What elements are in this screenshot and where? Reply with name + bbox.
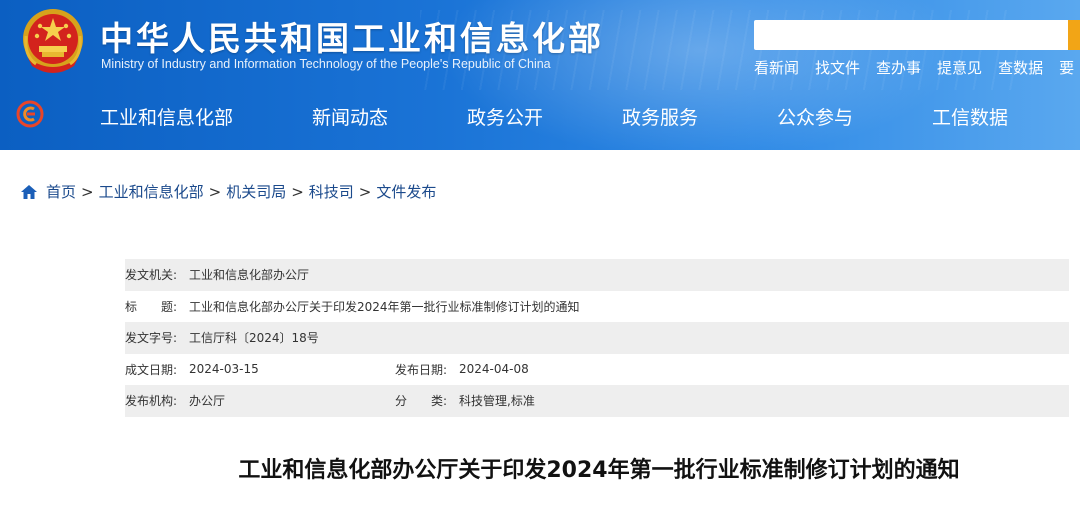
- issuer-label: 发文机关:: [125, 268, 178, 283]
- quick-link-services[interactable]: 查办事: [876, 57, 921, 78]
- breadcrumb: 首页 > 工业和信息化部 > 机关司局 > 科技司 > 文件发布: [20, 181, 436, 202]
- org-value: 办公厅: [189, 394, 226, 409]
- article-title: 工业和信息化部办公厅关于印发2024年第一批行业标准制修订计划的通知: [238, 458, 960, 483]
- category-group: 分 类: 科技管理,标准: [395, 392, 535, 409]
- title-label: 标 题:: [125, 299, 178, 314]
- category-value: 科技管理,标准: [459, 394, 535, 409]
- quick-links: 看新闻 找文件 查办事 提意见 查数据 要: [754, 57, 1074, 78]
- meta-row-doc-number: 发文字号: 工信厅科〔2024〕18号: [125, 322, 1069, 354]
- doc-number-label: 发文字号:: [125, 331, 178, 346]
- site-header: 中华人民共和国工业和信息化部 Ministry of Industry and …: [0, 0, 1080, 150]
- search-input[interactable]: [754, 20, 1070, 50]
- document-meta-table: 发文机关: 工业和信息化部办公厅 标 题: 工业和信息化部办公厅关于印发2024…: [125, 259, 1069, 417]
- nav-item-gov-services[interactable]: 政务服务: [622, 103, 698, 130]
- breadcrumb-document-release[interactable]: 文件发布: [376, 181, 436, 202]
- meta-row-dates: 成文日期: 2024-03-15 发布日期: 2024-04-08: [125, 354, 1069, 386]
- nav-item-news[interactable]: 新闻动态: [312, 103, 388, 130]
- breadcrumb-separator: >: [208, 182, 222, 201]
- national-emblem-icon[interactable]: [20, 6, 86, 76]
- org-label: 发布机构:: [125, 394, 178, 409]
- quick-link-news[interactable]: 看新闻: [754, 57, 799, 78]
- breadcrumb-separator: >: [358, 182, 372, 201]
- site-subtitle: Ministry of Industry and Information Tec…: [101, 57, 551, 71]
- quick-link-files[interactable]: 找文件: [815, 57, 860, 78]
- doc-number-value: 工信厅科〔2024〕18号: [189, 331, 319, 346]
- quick-link-feedback[interactable]: 提意见: [937, 57, 982, 78]
- nav-item-gov-affairs[interactable]: 政务公开: [467, 103, 543, 130]
- title-value: 工业和信息化部办公厅关于印发2024年第一批行业标准制修订计划的通知: [189, 299, 580, 314]
- meta-row-issuer: 发文机关: 工业和信息化部办公厅: [125, 259, 1069, 291]
- main-nav: 工业和信息化部 新闻动态 政务公开 政务服务 公众参与 工信数据: [0, 93, 1080, 138]
- breadcrumb-departments[interactable]: 机关司局: [226, 181, 286, 202]
- meta-row-org-category: 发布机构: 办公厅 分 类: 科技管理,标准: [125, 385, 1069, 417]
- breadcrumb-miit[interactable]: 工业和信息化部: [99, 181, 204, 202]
- category-label: 分 类:: [395, 394, 448, 409]
- published-date-value: 2024-04-08: [459, 362, 529, 377]
- search-button[interactable]: [1068, 20, 1080, 50]
- nav-item-public-participation[interactable]: 公众参与: [777, 103, 853, 130]
- quick-link-data[interactable]: 查数据: [998, 57, 1043, 78]
- breadcrumb-separator: >: [291, 182, 304, 201]
- issuer-value: 工业和信息化部办公厅: [189, 268, 310, 283]
- nav-item-miit[interactable]: 工业和信息化部: [100, 103, 233, 130]
- nav-item-data[interactable]: 工信数据: [932, 103, 1008, 130]
- meta-row-title: 标 题: 工业和信息化部办公厅关于印发2024年第一批行业标准制修订计划的通知: [125, 291, 1069, 323]
- written-date-label: 成文日期:: [125, 362, 178, 377]
- miit-logo-icon[interactable]: [16, 100, 44, 128]
- breadcrumb-home[interactable]: 首页: [46, 181, 76, 202]
- site-title[interactable]: 中华人民共和国工业和信息化部: [100, 12, 604, 60]
- quick-link-more[interactable]: 要: [1059, 57, 1074, 78]
- breadcrumb-separator: >: [81, 182, 94, 201]
- published-date-group: 发布日期: 2024-04-08: [395, 361, 529, 378]
- breadcrumb-tech-dept[interactable]: 科技司: [309, 181, 354, 202]
- published-date-label: 发布日期:: [395, 362, 448, 377]
- written-date-value: 2024-03-15: [189, 362, 259, 377]
- home-icon[interactable]: [20, 183, 38, 201]
